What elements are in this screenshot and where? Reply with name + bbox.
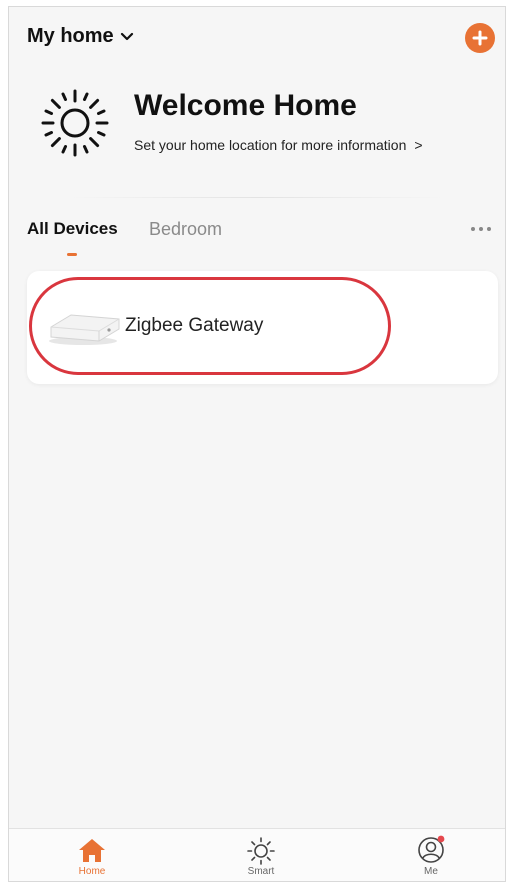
home-icon xyxy=(79,839,105,862)
device-name: Zigbee Gateway xyxy=(125,315,264,336)
set-location-link[interactable]: Set your home location for more informat… xyxy=(134,137,423,153)
nav-smart-label: Smart xyxy=(247,866,275,877)
nav-smart[interactable]: Smart xyxy=(221,835,301,877)
sun-icon xyxy=(41,89,109,157)
more-options-button[interactable] xyxy=(469,223,493,235)
set-location-text: Set your home location for more informat… xyxy=(134,137,407,153)
nav-me-label: Me xyxy=(424,866,438,877)
more-dot-icon xyxy=(471,227,475,231)
more-dot-icon xyxy=(487,227,491,231)
gateway-device-image xyxy=(49,314,120,345)
active-tab-indicator xyxy=(67,253,77,256)
phone-screen: My home Welcome Home Set your home locat… xyxy=(8,6,506,882)
bottom-navigation: Home Smart Me xyxy=(9,828,505,881)
divider xyxy=(69,197,445,198)
room-tabs: All Devices Bedroom xyxy=(27,219,497,263)
chevron-right-icon: > xyxy=(414,137,423,153)
profile-icon xyxy=(418,835,445,863)
more-dot-icon xyxy=(479,227,483,231)
nav-me[interactable]: Me xyxy=(391,835,471,877)
plus-icon xyxy=(472,30,488,46)
welcome-title: Welcome Home xyxy=(134,89,357,122)
notification-badge xyxy=(437,835,445,843)
home-name: My home xyxy=(27,25,114,47)
tab-bedroom[interactable]: Bedroom xyxy=(149,219,222,240)
home-selector[interactable]: My home xyxy=(27,25,134,48)
nav-home-label: Home xyxy=(78,866,106,877)
tab-all-devices[interactable]: All Devices xyxy=(27,219,118,239)
add-device-button[interactable] xyxy=(465,23,495,53)
nav-home[interactable]: Home xyxy=(52,835,132,877)
welcome-banner: Welcome Home Set your home location for … xyxy=(39,83,499,173)
device-card-zigbee-gateway[interactable]: Zigbee Gateway xyxy=(27,271,498,384)
sun-icon xyxy=(247,837,275,865)
chevron-down-icon xyxy=(120,32,133,40)
top-bar: My home xyxy=(9,7,505,67)
